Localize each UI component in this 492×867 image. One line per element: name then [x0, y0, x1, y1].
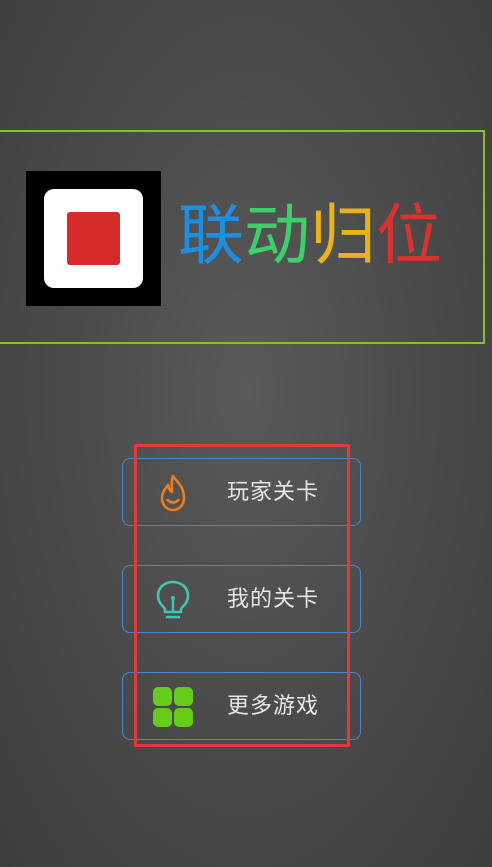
player-levels-button[interactable]: 玩家关卡 [122, 458, 361, 526]
logo-red-square [67, 212, 120, 265]
more-games-label: 更多游戏 [227, 694, 320, 719]
title-char-3: 归 [310, 197, 376, 274]
lightbulb-icon [151, 578, 195, 622]
grid-icon [151, 685, 195, 729]
more-games-button[interactable]: 更多游戏 [122, 672, 361, 740]
my-levels-label: 我的关卡 [227, 587, 320, 612]
title-char-1: 联 [178, 197, 244, 274]
logo-white-square [44, 189, 143, 288]
fire-icon [151, 471, 195, 515]
game-logo [26, 171, 161, 306]
title-char-4: 位 [376, 197, 442, 274]
game-title: 联动归位 [178, 196, 442, 276]
title-char-2: 动 [244, 197, 310, 274]
player-levels-label: 玩家关卡 [227, 480, 320, 505]
my-levels-button[interactable]: 我的关卡 [122, 565, 361, 633]
